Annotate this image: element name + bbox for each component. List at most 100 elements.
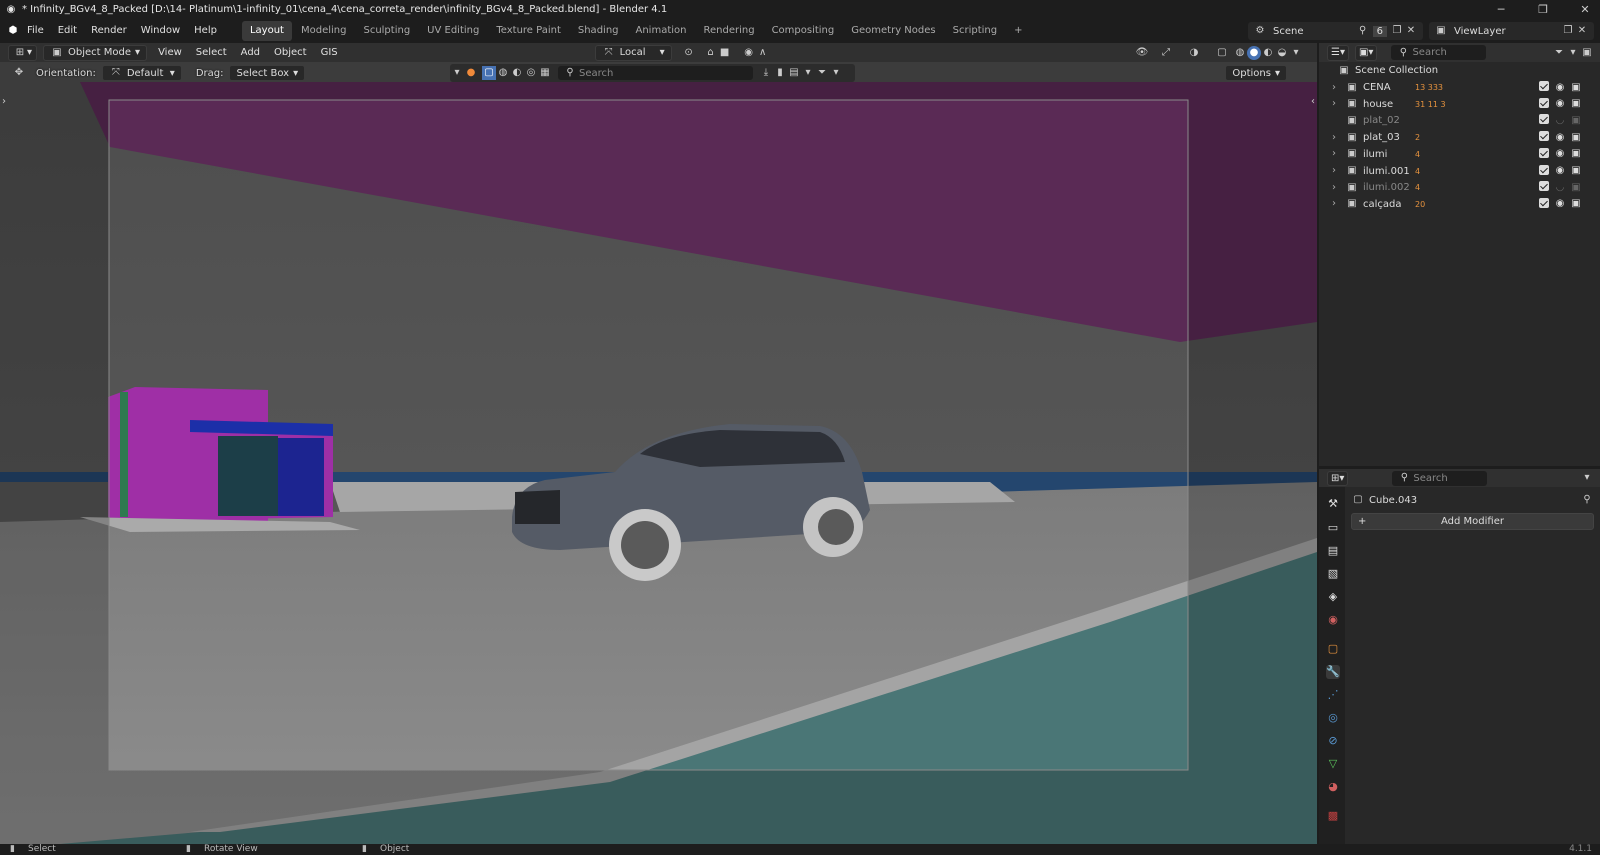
- asset-search-field[interactable]: ⚲ Search: [558, 66, 753, 80]
- tab-compositing[interactable]: Compositing: [764, 21, 843, 41]
- expand-arrow-icon[interactable]: ›: [1327, 97, 1341, 111]
- tab-shading[interactable]: Shading: [570, 21, 627, 41]
- filter-expand-icon[interactable]: ▾: [450, 66, 464, 80]
- physics-tab-icon[interactable]: ◎: [1326, 711, 1340, 725]
- camera-icon[interactable]: ▣: [1569, 114, 1583, 128]
- editor-type-button[interactable]: ⊞ ▾: [8, 44, 38, 61]
- camera-icon[interactable]: ▣: [1569, 197, 1583, 211]
- menu-file[interactable]: File: [20, 19, 51, 43]
- expand-arrow-icon[interactable]: ›: [1327, 131, 1341, 145]
- tool-tab-icon[interactable]: ⚒: [1326, 497, 1340, 511]
- snap-target-icon[interactable]: ■: [718, 46, 732, 60]
- view-layer-tab-icon[interactable]: ▧: [1326, 567, 1340, 581]
- outliner-row[interactable]: › ▣ house 31 11 3 ◉ ▣: [1319, 96, 1600, 113]
- tab-geometry-nodes[interactable]: Geometry Nodes: [843, 21, 943, 41]
- outliner-row[interactable]: › ▣ ilumi.002 4 ◡ ▣: [1319, 179, 1600, 196]
- exclude-checkbox[interactable]: [1539, 197, 1549, 211]
- proportional-edit-icon[interactable]: ◉: [742, 46, 756, 60]
- outliner-search-field[interactable]: ⚲ Search: [1391, 45, 1487, 60]
- shading-options-icon[interactable]: ▾: [1289, 46, 1303, 60]
- outliner-filter-icon[interactable]: ⏷: [1552, 46, 1566, 60]
- tab-scripting[interactable]: Scripting: [945, 21, 1005, 41]
- outliner-row[interactable]: ›▣plat_02◡▣: [1319, 112, 1600, 129]
- blender-menu-icon[interactable]: ⬢: [6, 24, 20, 38]
- outliner-row[interactable]: › ▣ ilumi 4 ◉ ▣: [1319, 146, 1600, 163]
- display-mode-button[interactable]: ▣▾: [1354, 44, 1378, 61]
- texture-tab-icon[interactable]: ▩: [1326, 809, 1340, 823]
- eye-icon[interactable]: ◉: [1553, 131, 1567, 145]
- camera-icon[interactable]: ▣: [1569, 181, 1583, 195]
- menu-help[interactable]: Help: [187, 19, 224, 43]
- outliner-editor-type[interactable]: ☰▾: [1327, 44, 1349, 61]
- menu-window[interactable]: Window: [134, 19, 187, 43]
- copy-icon[interactable]: ❐: [1390, 24, 1404, 38]
- funnel-icon[interactable]: ⏷: [815, 66, 829, 80]
- pin-icon[interactable]: ⚲: [1356, 24, 1370, 38]
- maximize-button[interactable]: ❐: [1528, 3, 1558, 16]
- menu-render[interactable]: Render: [84, 19, 134, 43]
- eye-icon[interactable]: ◉: [1553, 147, 1567, 161]
- library-dropdown-icon[interactable]: ▾: [801, 66, 815, 80]
- properties-search-field[interactable]: ⚲ Search: [1392, 470, 1488, 486]
- exclude-checkbox[interactable]: [1539, 114, 1549, 127]
- pin-properties-icon[interactable]: ⚲: [1580, 493, 1594, 507]
- modifier-tab-icon[interactable]: 🔧: [1326, 665, 1340, 679]
- material-shading-icon[interactable]: ◐: [1261, 46, 1275, 60]
- expand-arrow-icon[interactable]: ›: [1327, 114, 1341, 128]
- tab-layout[interactable]: Layout: [241, 21, 292, 41]
- particles-tab-icon[interactable]: ⋰: [1326, 688, 1340, 702]
- solid-shading-icon[interactable]: ●: [1247, 45, 1261, 60]
- transform-orientation-dropdown[interactable]: ⤧ Local ▾: [594, 44, 672, 61]
- visibility-icon[interactable]: 👁: [1135, 46, 1149, 60]
- render-tab-icon[interactable]: ▭: [1326, 521, 1340, 535]
- expand-arrow-icon[interactable]: ›: [1327, 81, 1341, 95]
- exclude-checkbox[interactable]: [1539, 181, 1549, 194]
- scene-collection-row[interactable]: ▣ Scene Collection: [1319, 62, 1600, 79]
- outliner-row[interactable]: › ▣ ilumi.001 4 ◉ ▣: [1319, 163, 1600, 180]
- object-filter-icon[interactable]: ▢: [482, 66, 496, 80]
- toolbar-toggle-icon[interactable]: ›: [2, 96, 6, 107]
- camera-icon[interactable]: ▣: [1569, 131, 1583, 145]
- exclude-checkbox[interactable]: [1539, 81, 1549, 94]
- tab-texture-paint[interactable]: Texture Paint: [488, 21, 569, 41]
- rendered-shading-icon[interactable]: ◒: [1275, 46, 1289, 60]
- outliner-row[interactable]: › ▣ plat_03 2 ◉ ▣: [1319, 129, 1600, 146]
- camera-icon[interactable]: ▣: [1569, 164, 1583, 178]
- mode-dropdown[interactable]: ▣ Object Mode ▾: [43, 44, 148, 61]
- tab-modeling[interactable]: Modeling: [293, 21, 355, 41]
- bookmark-icon[interactable]: ▮: [773, 66, 787, 80]
- eye-icon[interactable]: ◉: [1553, 197, 1567, 211]
- grid-filter-icon[interactable]: ▦: [538, 66, 552, 80]
- minimize-button[interactable]: ─: [1486, 3, 1516, 16]
- eye-icon[interactable]: ◉: [1553, 164, 1567, 178]
- properties-options-icon[interactable]: ▾: [1580, 471, 1594, 485]
- close-layer-icon[interactable]: ✕: [1575, 24, 1589, 38]
- camera-icon[interactable]: ▣: [1569, 147, 1583, 161]
- eye-icon[interactable]: ◉: [1553, 81, 1567, 95]
- tab-animation[interactable]: Animation: [628, 21, 695, 41]
- snap-icon[interactable]: ⌂: [704, 46, 718, 60]
- exclude-checkbox[interactable]: [1539, 164, 1549, 178]
- viewport-menu-select[interactable]: Select: [189, 43, 234, 62]
- output-tab-icon[interactable]: ▤: [1326, 544, 1340, 558]
- expand-arrow-icon[interactable]: ›: [1327, 164, 1341, 178]
- gizmo-icon[interactable]: ⤢: [1159, 46, 1173, 60]
- add-workspace-button[interactable]: +: [1006, 21, 1030, 41]
- eye-icon[interactable]: ◡: [1553, 114, 1567, 128]
- outliner-row[interactable]: › ▣ CENA 13 333 ◉ ▣: [1319, 79, 1600, 96]
- eye-icon[interactable]: ◉: [1553, 97, 1567, 111]
- expand-arrow-icon[interactable]: ›: [1327, 147, 1341, 161]
- menu-edit[interactable]: Edit: [51, 19, 84, 43]
- new-collection-icon[interactable]: ▣: [1580, 46, 1594, 60]
- xray-icon[interactable]: ▢: [1215, 46, 1229, 60]
- falloff-icon[interactable]: ∧: [756, 46, 770, 60]
- exclude-checkbox[interactable]: [1539, 97, 1549, 111]
- import-icon[interactable]: ⤓: [759, 66, 773, 80]
- constraints-tab-icon[interactable]: ⊘: [1326, 734, 1340, 748]
- viewport-menu-gis[interactable]: GIS: [314, 43, 345, 62]
- scene-tab-icon[interactable]: ◈: [1326, 590, 1340, 604]
- options-dropdown[interactable]: Options ▾: [1225, 65, 1287, 81]
- drag-dropdown[interactable]: Select Box ▾: [229, 65, 306, 81]
- view-layer-selector[interactable]: ▣ ViewLayer ❐ ✕: [1429, 22, 1594, 40]
- camera-icon[interactable]: ▣: [1569, 81, 1583, 95]
